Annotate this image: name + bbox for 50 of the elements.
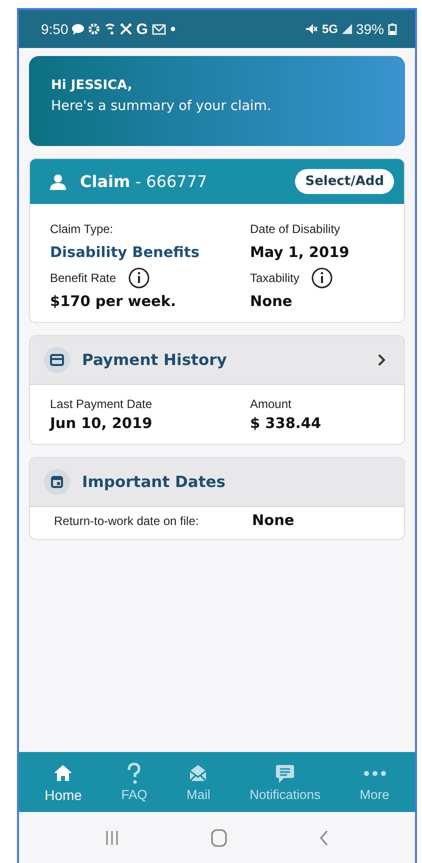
field-value: $ 338.44 [250, 416, 322, 432]
person-icon [50, 174, 66, 190]
select-add-button[interactable]: Select/Add [295, 169, 394, 194]
field-value: May 1, 2019 [250, 245, 350, 261]
field-value: Jun 10, 2019 [50, 416, 154, 432]
field-label: Claim Type: [50, 222, 114, 236]
gear-icon [88, 23, 100, 35]
greeting-title: Hi JESSICA, [51, 78, 134, 93]
nav-tab[interactable]: FAQ [117, 760, 152, 804]
back-icon [319, 828, 329, 846]
field-value: None [250, 294, 294, 310]
chevron-right-icon [377, 353, 386, 367]
mail-icon [152, 23, 166, 35]
more-icon [364, 770, 386, 776]
battery-icon [388, 23, 397, 35]
section-title: Payment History [82, 351, 228, 369]
dot-icon [170, 26, 176, 32]
section-header[interactable]: Payment History [30, 336, 404, 385]
signal-icon [342, 23, 352, 35]
message-icon [274, 762, 296, 784]
field-label: Return-to-work date on file: [54, 514, 200, 528]
claim-title: Claim - 666777 [80, 172, 208, 191]
greeting-subtitle: Here's a summary of your claim. [51, 98, 272, 114]
network-type: 5G [322, 22, 338, 36]
tools-icon [120, 23, 132, 35]
nav-tab[interactable]: Mail [182, 760, 214, 804]
clock-time: 9:50 [41, 21, 68, 37]
field-value: $170 per week. [50, 294, 178, 310]
nav-tab[interactable]: More [356, 760, 394, 804]
battery-percent: 39% [356, 21, 384, 37]
mute-icon [304, 23, 318, 35]
info-icon [311, 267, 334, 289]
calendar-icon [44, 469, 70, 495]
field-label: Amount [250, 397, 292, 411]
home-button-icon [211, 828, 227, 846]
chat-bubble-icon [72, 23, 84, 35]
field-label: Last Payment Date [50, 397, 154, 411]
section-title: Important Dates [82, 473, 226, 491]
field-label: Benefit Rate [50, 271, 116, 285]
app-letter: G [136, 20, 148, 38]
card-icon [44, 347, 70, 373]
field-value: None [252, 513, 296, 529]
field-label: Taxability [250, 271, 300, 285]
recent-apps-icon [105, 828, 119, 846]
info-icon [128, 267, 150, 289]
wave-icon [104, 23, 116, 35]
field-label: Date of Disability [250, 222, 340, 236]
nav-tab[interactable]: Notifications [246, 760, 324, 804]
nav-tab[interactable]: Home [40, 760, 86, 804]
field-value: Disability Benefits [50, 245, 200, 261]
